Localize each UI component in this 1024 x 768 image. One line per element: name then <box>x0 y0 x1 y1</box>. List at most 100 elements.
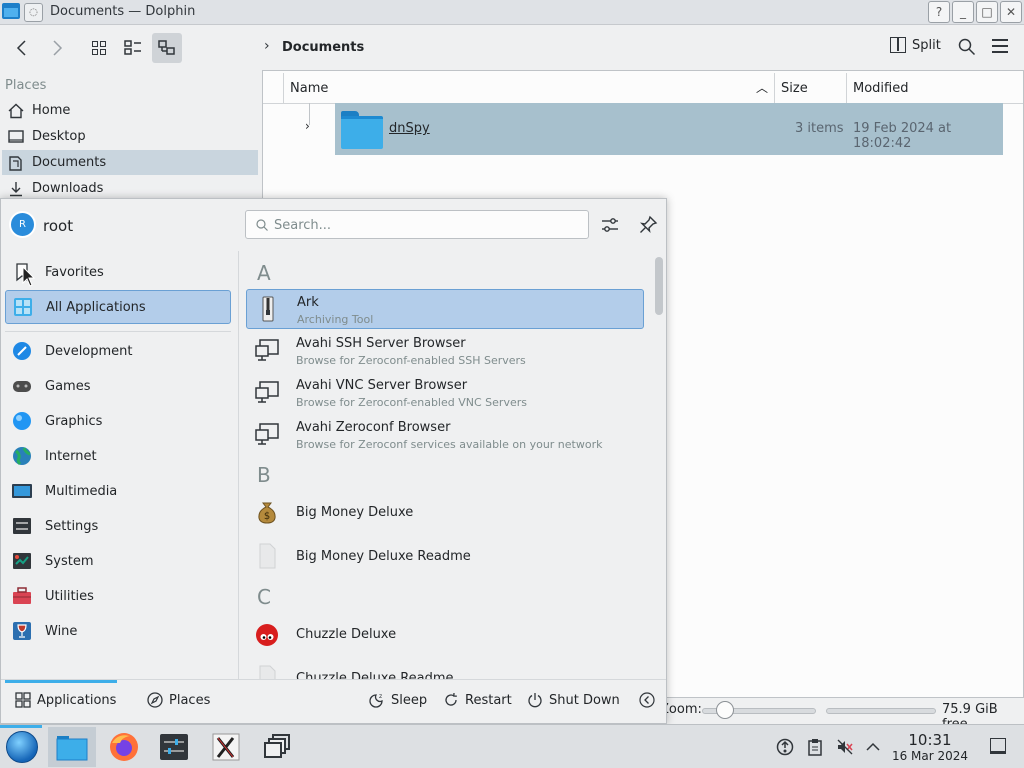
column-name[interactable]: Name ︿ <box>283 73 774 104</box>
app-big-money-deluxe-readme[interactable]: Big Money Deluxe Readme <box>246 537 644 577</box>
category-divider <box>5 331 231 332</box>
places-panel: Places Home Desktop Documents Downloads <box>0 70 262 205</box>
compact-view-button[interactable] <box>118 33 148 63</box>
dolphin-folder-icon <box>56 736 88 761</box>
shutdown-button[interactable]: Shut Down <box>527 692 620 708</box>
svg-text:$: $ <box>264 511 270 522</box>
category-graphics[interactable]: Graphics <box>5 404 231 438</box>
free-space-bar <box>826 708 936 714</box>
column-size[interactable]: Size <box>774 73 846 104</box>
restart-icon <box>445 692 457 706</box>
folder-icon <box>341 111 383 149</box>
split-button[interactable]: Split <box>890 37 941 53</box>
breadcrumb[interactable]: Documents <box>282 40 364 55</box>
window-title: Documents — Dolphin <box>50 4 196 19</box>
file-row[interactable]: dnSpy 3 items 19 Feb 2024 at 18:02:42 <box>335 103 1003 155</box>
toolbox-icon <box>13 587 31 604</box>
settings-icon <box>13 518 31 534</box>
application-launcher-button[interactable] <box>6 731 38 763</box>
sort-ascending-icon: ︿ <box>755 81 768 95</box>
dolphin-app-icon[interactable] <box>2 3 20 19</box>
close-button[interactable]: ✕ <box>1000 1 1022 23</box>
configure-icon[interactable] <box>599 214 621 236</box>
help-button[interactable]: ? <box>928 1 950 23</box>
tab-applications[interactable]: Applications <box>15 692 116 708</box>
place-home[interactable]: Home <box>2 98 258 123</box>
category-wine[interactable]: Wine <box>5 614 231 648</box>
zoom-slider-handle[interactable] <box>716 701 734 719</box>
avatar[interactable]: R <box>9 211 36 238</box>
app-avahi-zeroconf[interactable]: Avahi Zeroconf Browser Browse for Zeroco… <box>246 415 644 455</box>
breadcrumb-chevron-icon[interactable]: › <box>264 38 270 54</box>
minimize-button[interactable]: _ <box>952 1 974 23</box>
app-avahi-ssh[interactable]: Avahi SSH Server Browser Browse for Zero… <box>246 331 644 371</box>
wine-icon <box>13 622 31 640</box>
pin-window-button[interactable]: ◌ <box>24 3 43 22</box>
chevron-left-icon <box>639 692 655 708</box>
hamburger-menu-icon[interactable] <box>992 39 1008 53</box>
place-documents[interactable]: Documents <box>2 150 258 175</box>
network-status-icon[interactable] <box>776 738 794 756</box>
sleep-button[interactable]: z Sleep <box>369 692 427 708</box>
task-x-app[interactable] <box>202 727 250 767</box>
column-modified[interactable]: Modified <box>846 73 1023 104</box>
task-firefox[interactable] <box>100 727 148 767</box>
icons-view-button[interactable] <box>84 33 114 63</box>
back-arrow-icon <box>16 40 26 56</box>
launcher-search[interactable] <box>245 210 589 239</box>
category-games[interactable]: Games <box>5 369 231 403</box>
leave-more-button[interactable] <box>639 692 655 708</box>
app-avahi-vnc[interactable]: Avahi VNC Server Browser Browse for Zero… <box>246 373 644 413</box>
app-chuzzle-deluxe-readme[interactable]: Chuzzle Deluxe Readme <box>246 659 644 679</box>
task-system-settings[interactable] <box>150 727 198 767</box>
clock-time: 10:31 <box>908 731 952 749</box>
show-desktop-icon[interactable] <box>990 738 1006 754</box>
category-list: Favorites All Applications Development G… <box>1 251 239 679</box>
clock-date: 16 Mar 2024 <box>891 749 969 763</box>
compass-icon <box>147 692 163 708</box>
category-development[interactable]: Development <box>5 334 231 368</box>
window-titlebar[interactable]: ◌ Documents — Dolphin ? _ □ ✕ <box>0 0 1024 25</box>
volume-muted-icon[interactable] <box>836 738 854 756</box>
chevron-up-icon[interactable] <box>864 738 882 756</box>
details-view-button[interactable] <box>152 33 182 63</box>
category-favorites[interactable]: Favorites <box>5 255 231 289</box>
file-name: dnSpy <box>389 121 430 136</box>
app-chuzzle-deluxe[interactable]: Chuzzle Deluxe <box>246 615 644 655</box>
scrollbar-thumb[interactable] <box>655 257 663 315</box>
back-button[interactable] <box>8 33 38 63</box>
tab-places[interactable]: Places <box>147 692 210 708</box>
category-internet[interactable]: Internet <box>5 439 231 473</box>
app-big-money-deluxe[interactable]: $ Big Money Deluxe <box>246 493 644 533</box>
expand-chevron-icon[interactable]: › <box>305 119 310 133</box>
category-utilities[interactable]: Utilities <box>5 579 231 613</box>
document-icon <box>259 665 276 679</box>
category-settings[interactable]: Settings <box>5 509 231 543</box>
clipboard-icon[interactable] <box>806 738 824 756</box>
chuzzle-icon <box>256 624 278 646</box>
task-window-overview[interactable] <box>254 727 302 767</box>
maximize-button[interactable]: □ <box>976 1 998 23</box>
compact-view-icon <box>124 40 141 55</box>
pin-icon[interactable] <box>637 214 659 236</box>
place-desktop[interactable]: Desktop <box>2 124 258 149</box>
toolbar: › Documents Split <box>0 25 1024 70</box>
place-label: Desktop <box>32 129 86 144</box>
launcher-footer: Applications Places z Sleep Restart Shut… <box>1 679 666 723</box>
forward-button[interactable] <box>42 33 72 63</box>
digital-clock[interactable]: 10:31 16 Mar 2024 <box>890 731 970 763</box>
app-list-scrollbar[interactable] <box>651 251 667 679</box>
power-icon <box>528 693 542 708</box>
restart-button[interactable]: Restart <box>443 692 512 708</box>
app-ark[interactable]: Ark Archiving Tool <box>246 289 644 329</box>
section-letter: A <box>257 261 271 285</box>
task-dolphin[interactable] <box>48 727 96 767</box>
desktop-icon <box>8 129 24 143</box>
category-all-applications[interactable]: All Applications <box>5 290 231 324</box>
details-view-icon <box>158 40 175 55</box>
category-system[interactable]: System <box>5 544 231 578</box>
search-input[interactable] <box>274 215 574 235</box>
section-letter: B <box>257 463 271 487</box>
category-multimedia[interactable]: Multimedia <box>5 474 231 508</box>
search-icon[interactable] <box>958 38 976 56</box>
